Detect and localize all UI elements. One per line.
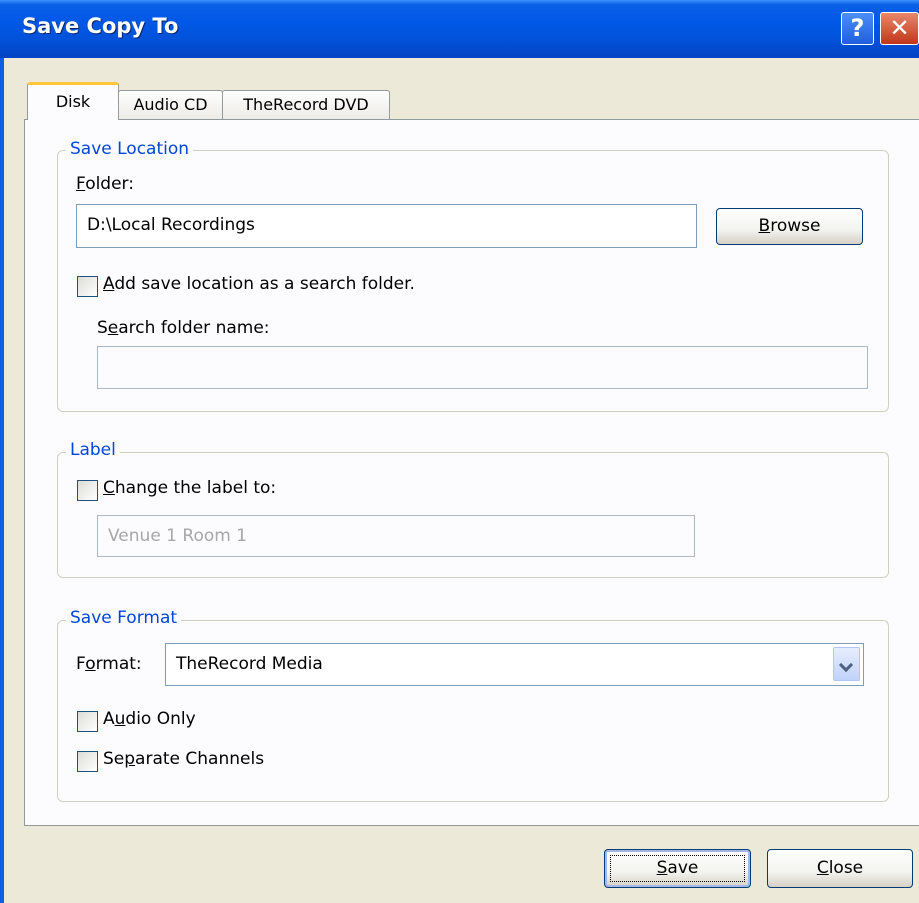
title-bar[interactable]: Save Copy To ? ✕	[0, 0, 919, 58]
format-dropdown[interactable]: TheRecord Media	[165, 643, 864, 686]
separate-channels-label[interactable]: Separate Channels	[103, 749, 264, 769]
label-input[interactable]: Venue 1 Room 1	[97, 515, 695, 557]
close-button[interactable]: Close	[767, 849, 913, 888]
search-folder-name-input[interactable]	[97, 346, 868, 389]
folder-label: Folder:	[76, 174, 134, 194]
browse-button[interactable]: Browse	[716, 208, 863, 245]
close-window-button[interactable]: ✕	[880, 12, 919, 45]
dialog-title: Save Copy To	[22, 14, 179, 38]
tab-therecord-dvd[interactable]: TheRecord DVD	[222, 90, 390, 120]
tab-audio-cd[interactable]: Audio CD	[118, 90, 223, 120]
format-value: TheRecord Media	[176, 654, 323, 674]
audio-only-checkbox[interactable]	[77, 711, 98, 732]
chevron-down-icon[interactable]	[833, 647, 860, 681]
change-label-label[interactable]: Change the label to:	[103, 478, 276, 498]
save-location-legend: Save Location	[66, 139, 194, 159]
search-folder-name-label: Search folder name:	[97, 318, 270, 338]
tab-label: TheRecord DVD	[243, 95, 369, 114]
separate-channels-checkbox[interactable]	[77, 751, 98, 772]
close-icon: ✕	[889, 14, 910, 42]
window-border	[0, 58, 4, 903]
tab-disk[interactable]: Disk	[27, 82, 119, 120]
save-copy-to-dialog: Save Copy To ? ✕ Disk Audio CD TheRecord…	[0, 0, 919, 903]
folder-input[interactable]: D:\Local Recordings	[76, 204, 697, 248]
save-format-legend: Save Format	[66, 608, 182, 628]
tab-label: Audio CD	[133, 95, 208, 114]
change-label-checkbox[interactable]	[77, 480, 98, 501]
add-search-folder-checkbox[interactable]	[77, 276, 98, 297]
focus-rect	[610, 855, 745, 882]
audio-only-label[interactable]: Audio Only	[103, 709, 196, 729]
save-button[interactable]: Save	[604, 849, 751, 888]
format-label: Format:	[76, 654, 142, 674]
add-search-folder-label[interactable]: Add save location as a search folder.	[103, 274, 415, 294]
help-icon: ?	[850, 14, 865, 42]
help-button[interactable]: ?	[841, 12, 874, 45]
label-legend: Label	[66, 440, 120, 460]
tab-label: Disk	[55, 92, 91, 111]
